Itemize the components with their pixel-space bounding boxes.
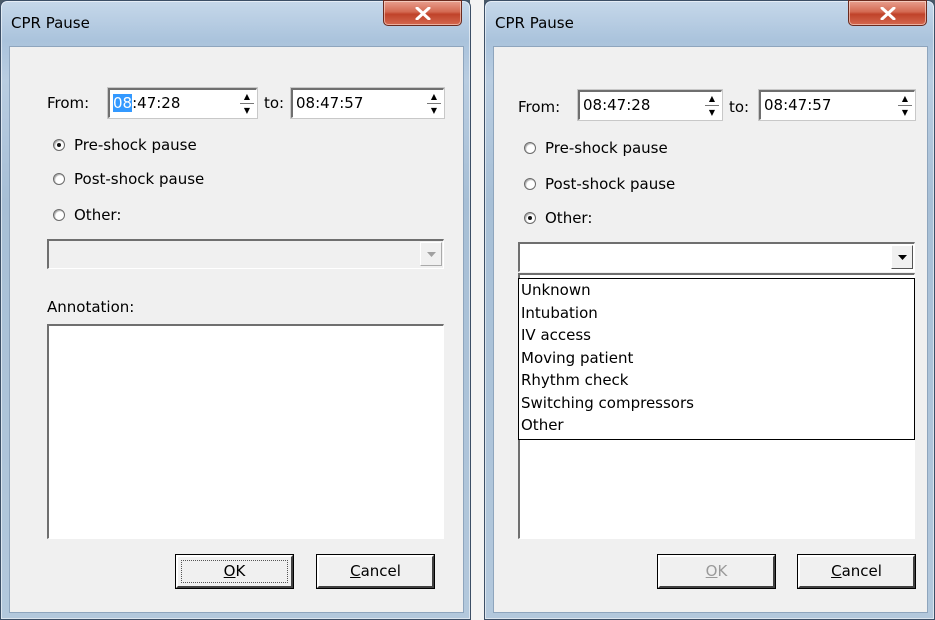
close-button[interactable]: [848, 0, 927, 26]
from-hour-selected: 08: [113, 94, 133, 112]
cancel-label-rest: ancel: [360, 562, 401, 580]
spin-down-icon[interactable]: ▼: [425, 104, 443, 117]
cancel-button[interactable]: Cancel: [316, 554, 435, 589]
radio-post-shock-label: Post-shock pause: [74, 170, 205, 188]
radio-button-icon: [524, 178, 536, 190]
radio-other[interactable]: Other:: [524, 209, 592, 227]
cancel-label-rest: ancel: [841, 562, 882, 580]
ok-mnemonic: O: [223, 562, 236, 580]
spin-up-icon[interactable]: ▲: [238, 90, 256, 103]
from-time-value: 08:47:28: [583, 96, 651, 114]
radio-pre-shock[interactable]: Pre-shock pause: [524, 139, 668, 157]
radio-post-shock-label: Post-shock pause: [545, 175, 676, 193]
to-spin-button[interactable]: ▲ ▼: [425, 90, 443, 117]
spin-up-icon[interactable]: ▲: [703, 92, 721, 105]
dropdown-option[interactable]: IV access: [519, 324, 914, 347]
image-separator: [470, 0, 484, 620]
from-time-rest: :47:28: [132, 94, 181, 112]
to-time-field[interactable]: 08:47:57 ▲ ▼: [758, 89, 916, 121]
radio-button-icon: [53, 209, 65, 221]
dropdown-option[interactable]: Other: [519, 414, 914, 437]
cancel-mnemonic: C: [350, 562, 361, 580]
spin-down-icon[interactable]: ▼: [896, 106, 914, 119]
radio-post-shock[interactable]: Post-shock pause: [524, 175, 675, 193]
from-spin-button[interactable]: ▲ ▼: [238, 90, 256, 117]
combo-dropdown-button: [420, 242, 442, 266]
from-label: From:: [518, 98, 561, 116]
annotation-textarea[interactable]: [47, 324, 444, 539]
to-label: to:: [729, 98, 750, 116]
ok-label-rest: K: [235, 562, 246, 580]
to-time-value: 08:47:57: [764, 96, 832, 114]
spin-up-icon[interactable]: ▲: [896, 92, 914, 105]
dropdown-option[interactable]: Rhythm check: [519, 369, 914, 392]
spin-down-icon[interactable]: ▼: [703, 106, 721, 119]
radio-other[interactable]: Other:: [53, 206, 121, 224]
close-x-icon: [415, 7, 431, 20]
radio-button-icon: [53, 173, 65, 185]
other-reason-combo: [47, 239, 444, 269]
radio-button-icon: [53, 139, 65, 151]
ok-mnemonic: O: [705, 562, 718, 580]
radio-pre-shock[interactable]: Pre-shock pause: [53, 136, 197, 154]
dialog-client-area: From: 08:47:28 ▲ ▼ to: 08:47:57 ▲ ▼ Pre-sh…: [493, 46, 928, 613]
from-time-field[interactable]: 08:47:28 ▲ ▼: [107, 87, 258, 119]
cpr-pause-dialog-1: CPR Pause From: 08:47:28 ▲ ▼ to: 08:47:57…: [0, 0, 471, 620]
to-spin-button[interactable]: ▲ ▼: [896, 92, 914, 119]
radio-button-icon: [524, 212, 536, 224]
from-time-value: 08:47:28: [113, 94, 180, 112]
dialog-title: CPR Pause: [495, 14, 574, 32]
close-button[interactable]: [383, 0, 462, 26]
annotation-label: Annotation:: [47, 298, 135, 316]
cpr-pause-dialog-2: CPR Pause From: 08:47:28 ▲ ▼ to: 08:47:57…: [484, 0, 935, 620]
radio-button-icon: [524, 142, 536, 154]
ok-button[interactable]: OK: [175, 554, 294, 589]
to-label: to:: [264, 94, 285, 112]
from-time-field[interactable]: 08:47:28 ▲ ▼: [577, 89, 723, 121]
ok-button: OK: [657, 554, 776, 589]
dialog-title: CPR Pause: [11, 14, 90, 32]
cancel-mnemonic: C: [831, 562, 842, 580]
other-reason-combo[interactable]: [518, 242, 915, 272]
ok-label-rest: K: [717, 562, 728, 580]
to-time-field[interactable]: 08:47:57 ▲ ▼: [290, 87, 445, 119]
combo-dropdown-button[interactable]: [891, 245, 913, 269]
from-label: From:: [47, 94, 90, 112]
dropdown-list[interactable]: Unknown Intubation IV access Moving patient…: [518, 278, 915, 440]
chevron-down-icon: [898, 255, 907, 260]
dropdown-option[interactable]: Switching compressors: [519, 392, 914, 415]
dropdown-option[interactable]: Unknown: [519, 279, 914, 302]
radio-pre-shock-label: Pre-shock pause: [545, 139, 668, 157]
radio-other-label: Other:: [74, 206, 122, 224]
dialog-client-area: From: 08:47:28 ▲ ▼ to: 08:47:57 ▲ ▼ Pre-sh…: [9, 46, 464, 613]
cancel-button[interactable]: Cancel: [797, 554, 916, 589]
from-spin-button[interactable]: ▲ ▼: [703, 92, 721, 119]
radio-post-shock[interactable]: Post-shock pause: [53, 170, 204, 188]
chevron-down-icon: [427, 252, 436, 257]
to-time-value: 08:47:57: [296, 94, 364, 112]
spin-up-icon[interactable]: ▲: [425, 90, 443, 103]
close-x-icon: [880, 7, 896, 20]
spin-down-icon[interactable]: ▼: [238, 104, 256, 117]
radio-pre-shock-label: Pre-shock pause: [74, 136, 197, 154]
dropdown-option[interactable]: Intubation: [519, 302, 914, 325]
radio-other-label: Other:: [545, 209, 593, 227]
dropdown-option[interactable]: Moving patient: [519, 347, 914, 370]
